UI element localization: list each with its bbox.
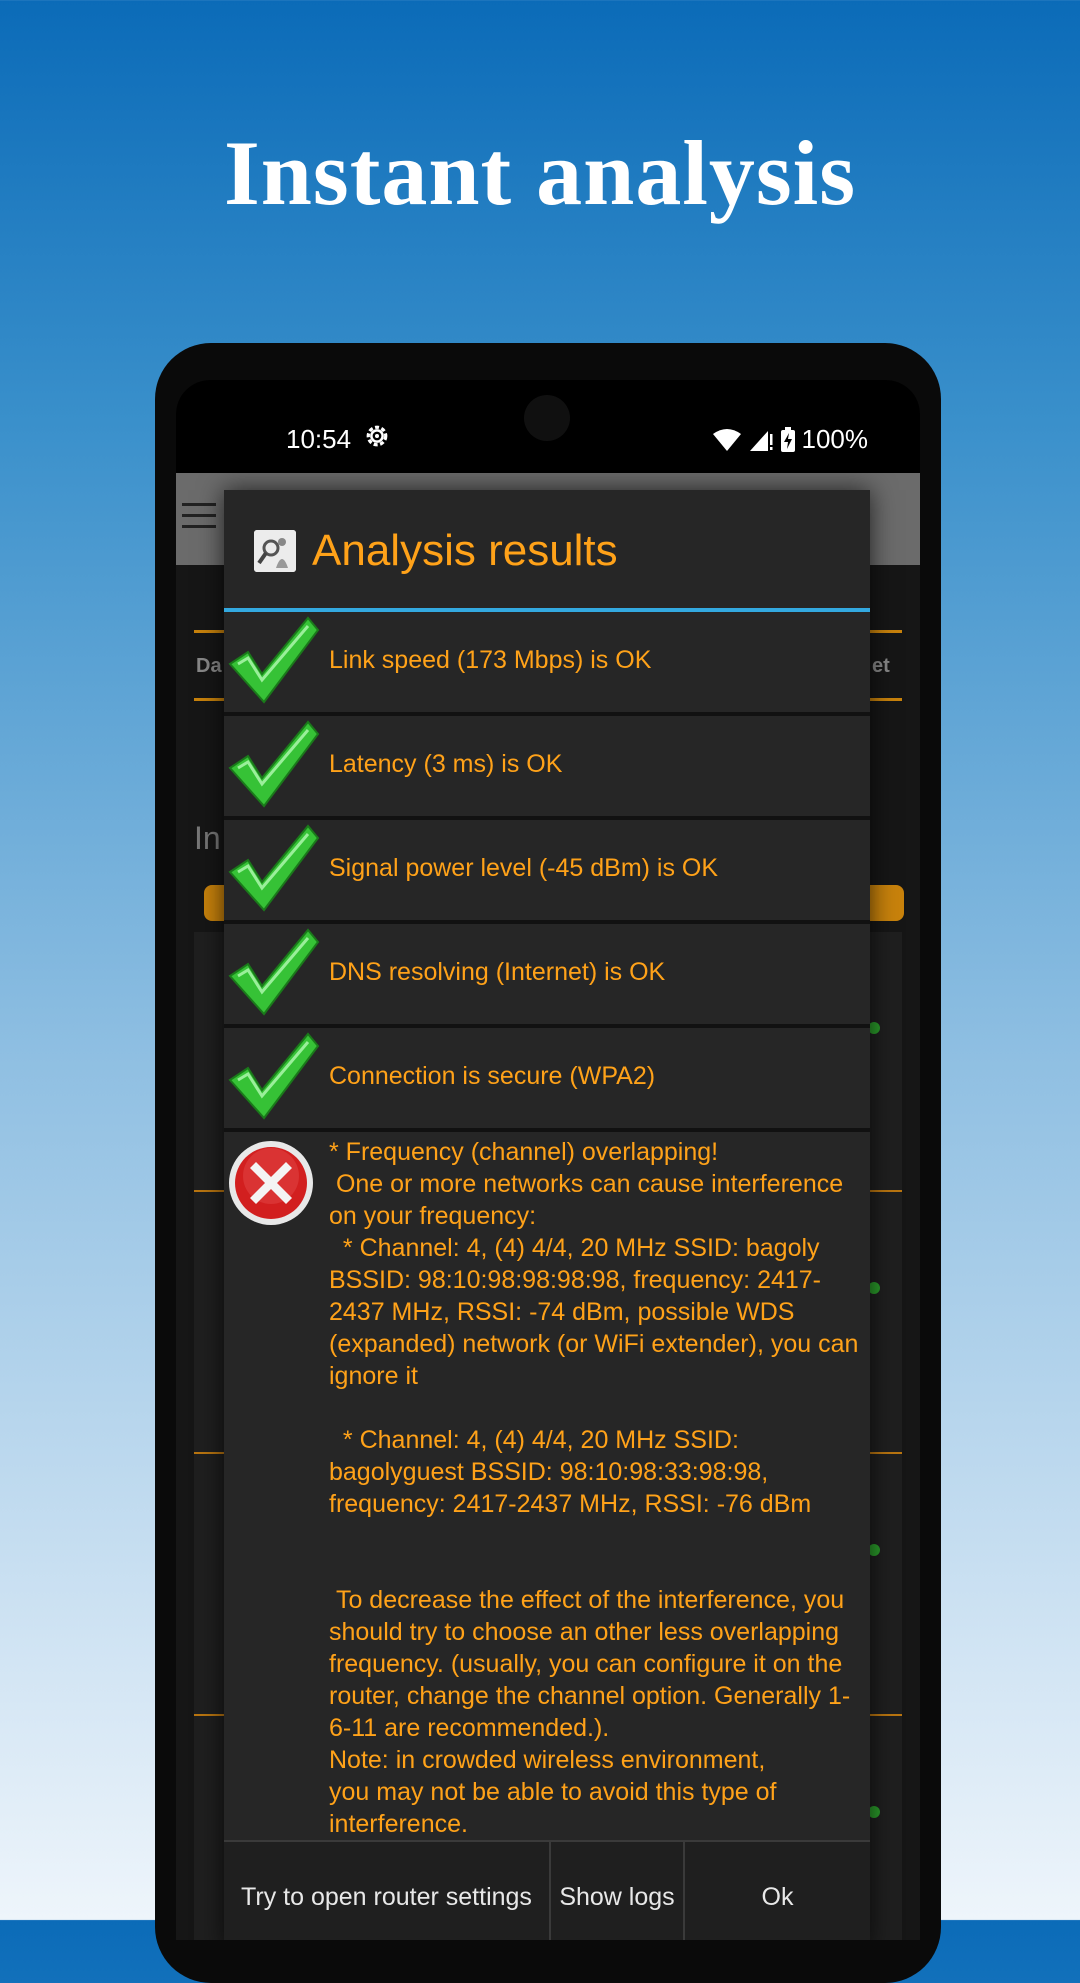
- app-logo-icon: [254, 530, 296, 572]
- status-bar: 10:54 100%: [176, 380, 920, 473]
- menu-icon[interactable]: [182, 503, 216, 531]
- checkmark-icon: [228, 928, 320, 1016]
- checkmark-icon: [228, 616, 320, 704]
- check-row-security: Connection is secure (WPA2): [224, 1028, 870, 1132]
- check-row-dns: DNS resolving (Internet) is OK: [224, 924, 870, 1028]
- dialog-title: Analysis results: [312, 526, 618, 575]
- settings-gear-icon: [366, 425, 388, 447]
- ok-button[interactable]: Ok: [685, 1842, 870, 1940]
- analysis-results-dialog: Analysis results Link speed (173 Mbps) i…: [224, 490, 870, 1940]
- check-text: DNS resolving (Internet) is OK: [329, 958, 666, 986]
- checkmark-icon: [228, 720, 320, 808]
- check-text: Signal power level (-45 dBm) is OK: [329, 854, 719, 882]
- bg-tab-right: et: [872, 655, 890, 677]
- check-text: Link speed (173 Mbps) is OK: [329, 646, 652, 674]
- show-logs-button[interactable]: Show logs: [551, 1842, 685, 1940]
- dialog-header: Analysis results: [224, 490, 870, 612]
- warning-text: * Frequency (channel) overlapping! One o…: [329, 1138, 859, 1838]
- status-time: 10:54: [286, 424, 352, 454]
- camera-cutout: [524, 395, 570, 441]
- cell-signal-icon: [749, 430, 772, 451]
- dialog-button-bar: Try to open router settings Show logs Ok: [224, 1840, 870, 1940]
- battery-charging-icon: [780, 426, 795, 452]
- checkmark-icon: [228, 1032, 320, 1120]
- error-x-icon: [229, 1141, 313, 1225]
- check-row-link-speed: Link speed (173 Mbps) is OK: [224, 612, 870, 716]
- wifi-icon: [712, 428, 741, 451]
- check-list: Link speed (173 Mbps) is OK Latency (3 m…: [224, 612, 870, 1132]
- check-text: Connection is secure (WPA2): [329, 1062, 656, 1090]
- battery-percent: 100%: [801, 424, 869, 454]
- check-row-latency: Latency (3 ms) is OK: [224, 716, 870, 820]
- open-router-settings-button[interactable]: Try to open router settings: [224, 1842, 551, 1940]
- warning-frequency-overlap: * Frequency (channel) overlapping! One o…: [224, 1134, 870, 1838]
- bg-section-label: In: [194, 820, 221, 856]
- check-row-signal: Signal power level (-45 dBm) is OK: [224, 820, 870, 924]
- check-text: Latency (3 ms) is OK: [329, 750, 563, 778]
- checkmark-icon: [228, 824, 320, 912]
- headline: Instant analysis: [223, 122, 857, 224]
- phone-screen: 10:54 100% Da et In Analysis results Lin…: [176, 380, 920, 1940]
- bg-tab-left: Da: [196, 655, 222, 677]
